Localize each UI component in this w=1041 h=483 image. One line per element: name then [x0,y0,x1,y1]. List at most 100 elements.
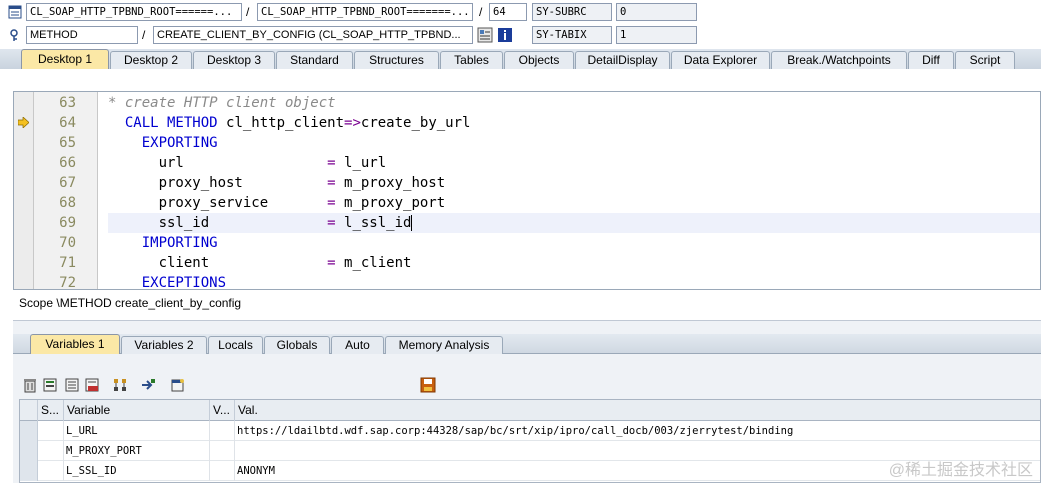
cell-variable[interactable]: L_SSL_ID [64,461,210,481]
row-selector[interactable] [20,441,38,461]
variables-grid[interactable]: S... Variable V... Val. L_URL https://ld… [19,399,1041,483]
system-field-name[interactable]: SY-SUBRC [532,3,612,21]
header-s[interactable]: S... [38,400,64,421]
header-row-event: METHOD / CREATE_CLIENT_BY_CONFIG (CL_SOA… [0,25,1041,47]
tab-tables[interactable]: Tables [440,51,503,69]
tab-desktop-2[interactable]: Desktop 2 [110,51,192,69]
code-text: client = m_client [108,255,412,271]
code-line-current: 64 CALL METHOD cl_http_client=>create_by… [14,113,1040,133]
tab-locals[interactable]: Locals [208,336,263,354]
tab-variables-1[interactable]: Variables 1 [30,334,120,354]
tab-detail-display[interactable]: DetailDisplay [575,51,670,69]
line-number: 65 [59,135,76,151]
tab-standard[interactable]: Standard [276,51,353,69]
tab-objects[interactable]: Objects [504,51,574,69]
insert-icon[interactable] [42,377,58,393]
program-field[interactable]: CL_SOAP_HTTP_TPBND_ROOT======... [26,3,242,21]
system-field-name-2[interactable]: SY-TABIX [532,26,612,44]
cell-s [38,461,64,481]
current-line-arrow-icon [18,117,29,128]
cell-v [210,441,235,461]
line-number: 68 [59,195,76,211]
line-number: 64 [59,115,76,131]
separator: / [479,5,483,19]
cell-s [38,421,64,441]
code-line-cursor: 69 ssl_id = l_ssl_id [14,213,1040,233]
line-number: 69 [59,215,76,231]
cell-variable[interactable]: M_PROXY_PORT [64,441,210,461]
source-code-icon[interactable] [477,27,493,43]
watermark: @稀土掘金技术社区 [888,462,1033,479]
cell-v [210,461,235,481]
line-number: 63 [59,95,76,111]
hierarchy-icon[interactable] [112,377,128,393]
code-line: 65 EXPORTING [14,133,1040,153]
list-icon[interactable] [64,377,80,393]
code-line: 67 proxy_host = m_proxy_host [14,173,1040,193]
remove-list-icon[interactable] [84,377,100,393]
code-text: url = l_url [108,155,387,171]
delete-icon[interactable] [22,377,38,393]
tab-structures[interactable]: Structures [354,51,439,69]
variables-toolbar [22,377,922,395]
tab-memory-analysis[interactable]: Memory Analysis [385,336,503,354]
header-row-program: CL_SOAP_HTTP_TPBND_ROOT======... / CL_SO… [0,2,1041,24]
tab-desktop-1[interactable]: Desktop 1 [21,49,109,69]
tab-desktop-3[interactable]: Desktop 3 [193,51,275,69]
variables-tab-bar: Variables 1 Variables 2 Locals Globals A… [13,334,1041,354]
grid-header: S... Variable V... Val. [20,400,1040,421]
tab-auto[interactable]: Auto [331,336,384,354]
navigate-icon[interactable] [140,377,156,393]
row-selector[interactable] [20,421,38,441]
code-text: proxy_service = m_proxy_port [108,195,446,211]
code-text: ssl_id = l_ssl_id [108,215,413,231]
method-icon [10,29,18,41]
code-keyword: EXCEPTIONS [108,275,227,290]
line-number: 70 [59,235,76,251]
info-icon[interactable] [497,27,513,43]
source-code-editor[interactable]: 63 * create HTTP client object 64 CALL M… [13,91,1041,290]
line-number: 71 [59,255,76,271]
separator: / [142,28,146,42]
cell-variable[interactable]: L_URL [64,421,210,441]
code-text: proxy_host = m_proxy_host [108,175,446,191]
line-number: 72 [59,275,76,290]
tab-data-explorer[interactable]: Data Explorer [671,51,770,69]
line-number: 66 [59,155,76,171]
header-val[interactable]: Val. [235,400,1040,421]
code-line: 66 url = l_url [14,153,1040,173]
scope-label: Scope \METHOD create_client_by_config [19,296,242,310]
separator: / [246,5,250,19]
row-selector[interactable] [20,461,38,481]
program-icon [8,5,22,19]
cell-v [210,421,235,441]
code-text: CALL METHOD cl_http_client=>create_by_ur… [108,115,471,131]
tab-breakpoints-watchpoints[interactable]: Break./Watchpoints [771,51,907,69]
tab-variables-2[interactable]: Variables 2 [121,336,207,354]
event-field[interactable]: CREATE_CLIENT_BY_CONFIG (CL_SOAP_HTTP_TP… [153,26,473,44]
code-line: 68 proxy_service = m_proxy_port [14,193,1040,213]
desktop-tab-bar: Desktop 1 Desktop 2 Desktop 3 Standard S… [0,49,1041,69]
code-comment: * create HTTP client object [108,95,336,111]
code-line: 63 * create HTTP client object [14,93,1040,113]
details-icon[interactable] [170,377,186,393]
table-row[interactable]: L_URL https://ldailbtd.wdf.sap.corp:4432… [20,421,1040,441]
tab-script[interactable]: Script [955,51,1015,69]
line-number-field[interactable]: 64 [489,3,527,21]
tab-diff[interactable]: Diff [908,51,954,69]
system-field-value-2: 1 [616,26,697,44]
cell-value[interactable]: https://ldailbtd.wdf.sap.corp:44328/sap/… [235,421,1040,441]
cell-s [38,441,64,461]
code-keyword: IMPORTING [108,235,218,251]
code-line: 71 client = m_client [14,253,1040,273]
save-icon[interactable] [420,377,436,393]
code-keyword: EXPORTING [108,135,218,151]
code-line: 70 IMPORTING [14,233,1040,253]
tab-globals[interactable]: Globals [264,336,330,354]
code-line: 72 EXCEPTIONS [14,273,1040,290]
event-type-field[interactable]: METHOD [26,26,138,44]
include-field[interactable]: CL_SOAP_HTTP_TPBND_ROOT=======... [257,3,473,21]
header-v[interactable]: V... [210,400,235,421]
header-variable[interactable]: Variable [64,400,210,421]
header-selector [20,400,38,421]
